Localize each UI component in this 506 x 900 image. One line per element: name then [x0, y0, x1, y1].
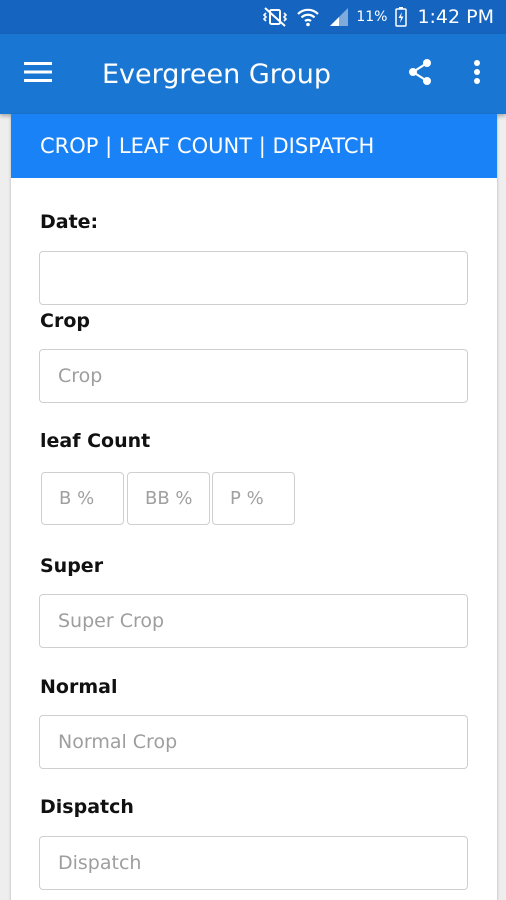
- card-header: CROP | LEAF COUNT | DISPATCH: [11, 114, 497, 178]
- bb-percent-input[interactable]: [127, 472, 210, 525]
- super-crop-input[interactable]: [39, 594, 468, 648]
- menu-button[interactable]: [0, 34, 80, 114]
- status-time: 1:42 PM: [417, 6, 494, 28]
- date-input[interactable]: [39, 251, 468, 305]
- leaf-count-label: leaf Count: [40, 430, 151, 452]
- menu-icon: [24, 61, 52, 88]
- app-bar: Evergreen Group: [0, 34, 506, 114]
- normal-crop-input[interactable]: [39, 715, 468, 769]
- crop-input[interactable]: [39, 349, 468, 403]
- super-label: Super: [40, 555, 104, 577]
- b-percent-input[interactable]: [41, 472, 124, 525]
- wifi-icon: [296, 7, 320, 27]
- share-icon: [406, 58, 434, 91]
- crop-label: Crop: [40, 310, 90, 332]
- status-bar: 11% 1:42 PM: [0, 0, 506, 34]
- share-button[interactable]: [392, 34, 448, 114]
- signal-icon: [328, 7, 350, 27]
- dispatch-label: Dispatch: [40, 796, 134, 818]
- p-percent-input[interactable]: [212, 472, 295, 525]
- app-title: Evergreen Group: [102, 58, 332, 90]
- more-vert-icon: [473, 59, 481, 90]
- date-label: Date:: [40, 211, 99, 233]
- more-options-button[interactable]: [448, 34, 506, 114]
- battery-percent: 11%: [356, 9, 388, 25]
- battery-charging-icon: [395, 7, 408, 27]
- form-card: CROP | LEAF COUNT | DISPATCH Date: Crop …: [11, 114, 497, 900]
- dispatch-input[interactable]: [39, 836, 468, 890]
- normal-label: Normal: [40, 676, 118, 698]
- mute-vibrate-icon: [262, 7, 288, 27]
